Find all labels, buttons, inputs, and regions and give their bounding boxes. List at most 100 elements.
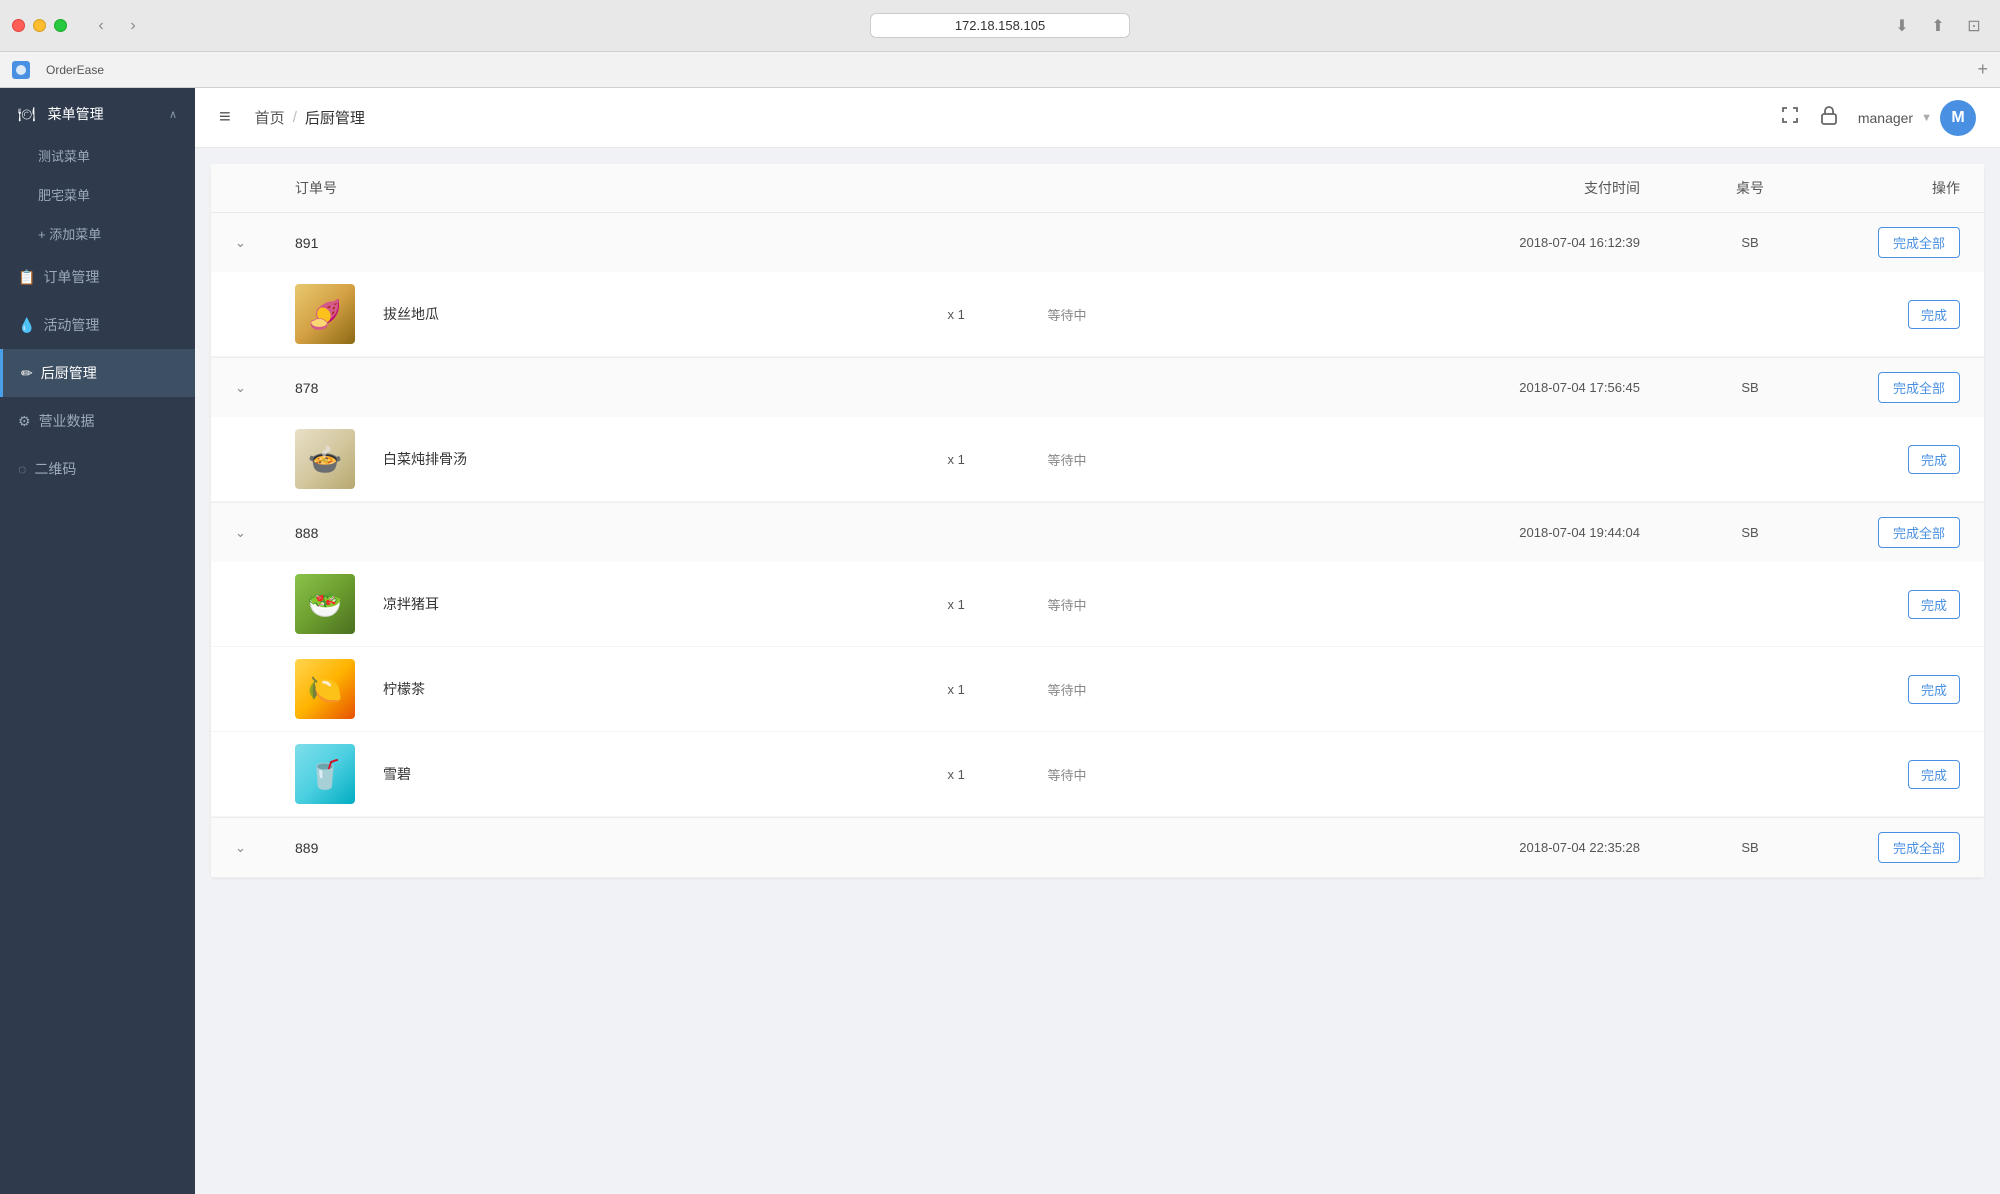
sidebar-item-feizhai-menu[interactable]: 肥宅菜单 xyxy=(0,175,195,214)
qrcode-label: 二维码 xyxy=(34,459,76,479)
order-891-ops: 完成全部 xyxy=(1820,227,1960,258)
order-889-complete-all-button[interactable]: 完成全部 xyxy=(1878,832,1960,863)
item-891-0-status: 等待中 xyxy=(1048,305,1248,324)
item-888-0-image: 🥗 xyxy=(295,574,355,634)
lock-button[interactable] xyxy=(1820,105,1838,130)
main-content: ≡ 首页 / 后厨管理 xyxy=(195,88,2000,1194)
item-888-0-complete-button[interactable]: 完成 xyxy=(1908,590,1960,619)
user-dropdown-icon: ▼ xyxy=(1921,112,1932,124)
order-889-chevron: ⌄ xyxy=(235,840,295,856)
download-icon[interactable]: ⬇ xyxy=(1888,12,1916,40)
item-891-0-image: 🍠 xyxy=(295,284,355,344)
sidebar-item-add-menu[interactable]: + 添加菜单 xyxy=(0,214,195,253)
share-icon[interactable]: ⬆ xyxy=(1924,12,1952,40)
order-889-header[interactable]: ⌄ 889 2018-07-04 22:35:28 SB 完成全部 xyxy=(211,818,1984,877)
order-891-header[interactable]: ⌄ 891 2018-07-04 16:12:39 SB 完成全部 xyxy=(211,213,1984,272)
topbar: ≡ 首页 / 后厨管理 xyxy=(195,88,2000,148)
order-891-complete-all-button[interactable]: 完成全部 xyxy=(1878,227,1960,258)
item-891-0-ops: 完成 xyxy=(1820,300,1960,329)
order-888-ops: 完成全部 xyxy=(1820,517,1960,548)
order-891-table: SB xyxy=(1680,235,1820,250)
order-888-header[interactable]: ⌄ 888 2018-07-04 19:44:04 SB 完成全部 xyxy=(211,503,1984,562)
item-888-2-image: 🥤 xyxy=(295,744,355,804)
item-891-0-complete-button[interactable]: 完成 xyxy=(1908,300,1960,329)
item-878-0-status: 等待中 xyxy=(1048,450,1248,469)
breadcrumb-home[interactable]: 首页 xyxy=(255,107,285,128)
business-data-label: 营业数据 xyxy=(39,411,95,431)
order-row-878: ⌄ 878 2018-07-04 17:56:45 SB 完成全部 🍲 白菜炖排… xyxy=(211,358,1984,503)
breadcrumb-current: 后厨管理 xyxy=(305,107,365,128)
mac-tabbar: OrderEase + xyxy=(0,52,2000,88)
item-888-2-qty: x 1 xyxy=(948,767,1048,782)
col-header-operations: 操作 xyxy=(1820,178,1960,198)
item-888-0-qty: x 1 xyxy=(948,597,1048,612)
order-878-complete-all-button[interactable]: 完成全部 xyxy=(1878,372,1960,403)
order-891-item-0: 🍠 拔丝地瓜 x 1 等待中 完成 xyxy=(211,272,1984,357)
col-header-table-no: 桌号 xyxy=(1680,178,1820,198)
item-888-1-complete-button[interactable]: 完成 xyxy=(1908,675,1960,704)
order-878-ops: 完成全部 xyxy=(1820,372,1960,403)
back-button[interactable]: ‹ xyxy=(87,12,115,40)
topbar-right: manager ▼ M xyxy=(1780,100,1976,136)
mac-titlebar: ‹ › 172.18.158.105 ⬇ ⬆ ⊡ xyxy=(0,0,2000,52)
order-888-item-1: 🍋 柠檬茶 x 1 等待中 完成 xyxy=(211,647,1984,732)
order-888-id: 888 xyxy=(295,525,1420,541)
order-889-time: 2018-07-04 22:35:28 xyxy=(1420,840,1680,855)
order-888-table: SB xyxy=(1680,525,1820,540)
order-891-time: 2018-07-04 16:12:39 xyxy=(1420,235,1680,250)
close-button[interactable] xyxy=(12,19,25,32)
item-888-2-status: 等待中 xyxy=(1048,765,1248,784)
order-878-header[interactable]: ⌄ 878 2018-07-04 17:56:45 SB 完成全部 xyxy=(211,358,1984,417)
sidebar-item-qrcode[interactable]: ◌ 二维码 xyxy=(0,445,195,493)
minimize-button[interactable] xyxy=(33,19,46,32)
sidebar-item-business-data[interactable]: ⚙ 营业数据 xyxy=(0,397,195,445)
kitchen-management-label: 后厨管理 xyxy=(41,363,97,383)
url-bar[interactable]: 172.18.158.105 xyxy=(870,13,1130,38)
order-878-item-0: 🍲 白菜炖排骨汤 x 1 等待中 完成 xyxy=(211,417,1984,502)
item-888-1-ops: 完成 xyxy=(1820,675,1960,704)
sidebar-menu-management[interactable]: 🍽 菜单管理 ∧ xyxy=(0,88,195,136)
order-891-id: 891 xyxy=(295,235,1420,251)
app-container: 🍽 菜单管理 ∧ 测试菜单 肥宅菜单 + 添加菜单 📋 订单管理 💧 活动管理 … xyxy=(0,88,2000,1194)
order-management-label: 订单管理 xyxy=(43,267,99,287)
item-888-0-ops: 完成 xyxy=(1820,590,1960,619)
item-891-0-qty: x 1 xyxy=(948,307,1048,322)
order-878-id: 878 xyxy=(295,380,1420,396)
new-tab-button[interactable]: + xyxy=(1977,59,1988,80)
col-header-expand xyxy=(235,178,295,198)
maximize-button[interactable] xyxy=(54,19,67,32)
item-878-0-qty: x 1 xyxy=(948,452,1048,467)
order-891-chevron: ⌄ xyxy=(235,235,295,251)
fullscreen-button[interactable] xyxy=(1780,105,1800,130)
item-888-1-qty: x 1 xyxy=(948,682,1048,697)
user-menu[interactable]: manager ▼ M xyxy=(1858,100,1976,136)
hamburger-menu-button[interactable]: ≡ xyxy=(219,106,231,129)
order-878-time: 2018-07-04 17:56:45 xyxy=(1420,380,1680,395)
order-row-889: ⌄ 889 2018-07-04 22:35:28 SB 完成全部 xyxy=(211,818,1984,878)
order-889-table: SB xyxy=(1680,840,1820,855)
order-888-item-2: 🥤 雪碧 x 1 等待中 完成 xyxy=(211,732,1984,817)
sidebar-item-activity-management[interactable]: 💧 活动管理 xyxy=(0,301,195,349)
item-888-2-name: 雪碧 xyxy=(375,764,948,784)
new-tab-icon[interactable]: ⊡ xyxy=(1960,12,1988,40)
item-878-0-name: 白菜炖排骨汤 xyxy=(375,449,948,469)
breadcrumb-separator: / xyxy=(293,109,297,126)
item-888-0-status: 等待中 xyxy=(1048,595,1248,614)
order-878-table: SB xyxy=(1680,380,1820,395)
url-text: 172.18.158.105 xyxy=(955,18,1045,33)
menu-management-label: 菜单管理 xyxy=(48,106,104,122)
table-header: 订单号 支付时间 桌号 操作 xyxy=(211,164,1984,213)
item-888-0-name: 凉拌猪耳 xyxy=(375,594,948,614)
item-888-2-complete-button[interactable]: 完成 xyxy=(1908,760,1960,789)
col-header-pay-time: 支付时间 xyxy=(1420,178,1680,198)
forward-button[interactable]: › xyxy=(119,12,147,40)
item-888-1-image: 🍋 xyxy=(295,659,355,719)
sidebar-item-test-menu[interactable]: 测试菜单 xyxy=(0,136,195,175)
sidebar-item-order-management[interactable]: 📋 订单管理 xyxy=(0,253,195,301)
sidebar-item-kitchen-management[interactable]: ✏ 后厨管理 xyxy=(0,349,195,397)
tab-label[interactable]: OrderEase xyxy=(46,63,104,77)
order-888-complete-all-button[interactable]: 完成全部 xyxy=(1878,517,1960,548)
sidebar: 🍽 菜单管理 ∧ 测试菜单 肥宅菜单 + 添加菜单 📋 订单管理 💧 活动管理 … xyxy=(0,88,195,1194)
item-888-1-name: 柠檬茶 xyxy=(375,679,948,699)
item-878-0-complete-button[interactable]: 完成 xyxy=(1908,445,1960,474)
